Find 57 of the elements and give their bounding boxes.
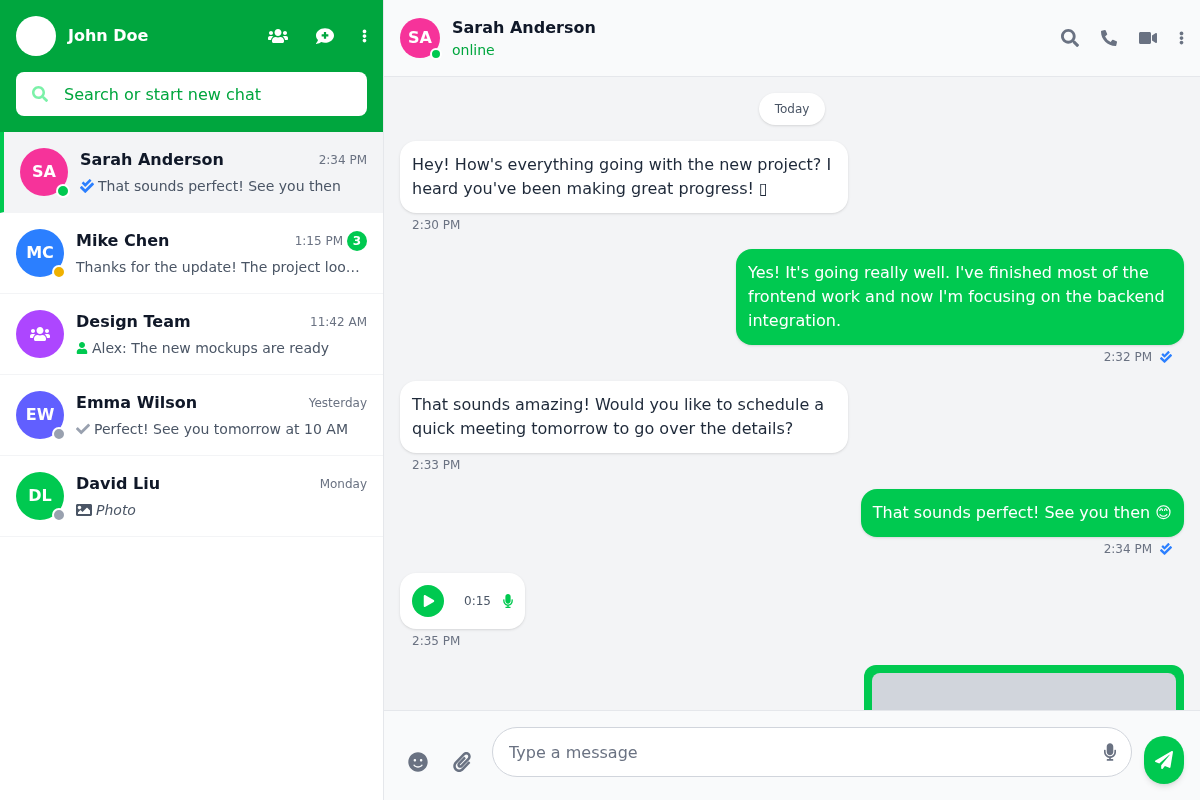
microphone-icon [1104, 743, 1116, 761]
chat-time: Yesterday [308, 395, 367, 411]
avatar: EW [16, 391, 64, 439]
chat-time: 2:34 PM [318, 152, 367, 168]
play-icon [423, 595, 435, 607]
message-bubble: Hey! How's everything going with the new project? I heard you've been making great progress! ▯ [400, 141, 848, 213]
message-preview: Photo [96, 501, 136, 520]
search-field[interactable]: Search or start new chat [16, 72, 367, 116]
search-icon [1061, 29, 1079, 47]
smiley-icon [408, 752, 428, 772]
message-bubble: Yes! It's going really well. I've finished most of the frontend work and now I'm focusing on the backend integration. [736, 249, 1184, 345]
message-time: 2:35 PM [412, 633, 461, 649]
person-icon [76, 342, 88, 354]
contact-name: Design Team [76, 311, 191, 333]
avatar: MC [16, 229, 64, 277]
message-preview: Alex: The new mockups are ready [92, 339, 330, 358]
chat-list-item[interactable]: SA Sarah Anderson 2:34 PM That sounds perfect! See you then [0, 132, 383, 213]
user-name: John Doe [68, 25, 149, 47]
chat-time: 1:15 PM [294, 233, 343, 249]
search-icon [32, 86, 48, 102]
message-input[interactable]: Type a message [492, 727, 1132, 777]
microphone-icon [502, 594, 513, 608]
contact-status: online [452, 41, 496, 60]
chat-plus-icon [316, 27, 334, 45]
message-preview: Thanks for the update! The project loo… [76, 258, 360, 277]
message-time: 2:33 PM [412, 457, 461, 473]
send-button[interactable] [1144, 736, 1184, 784]
group-icon [30, 324, 50, 344]
message-time: 2:30 PM [412, 217, 461, 233]
unread-count: 3 [347, 231, 367, 251]
message-bubble: That sounds amazing! Would you like to schedule a quick meeting tomorrow to go over the details? [400, 381, 848, 453]
play-button[interactable] [412, 585, 444, 617]
message-preview: Perfect! See you tomorrow at 10 AM [94, 420, 348, 439]
message-bubble: That sounds perfect! See you then 😊 [860, 489, 1184, 537]
contact-name: David Liu [76, 473, 161, 495]
voice-duration: 0:15 [464, 593, 491, 609]
avatar: DL [16, 472, 64, 520]
avatar: SA [400, 18, 440, 58]
contact-name: Sarah Anderson [80, 149, 224, 171]
message-time: 2:34 PM [1103, 541, 1152, 557]
menu-icon [1179, 30, 1184, 46]
video-camera-icon [1139, 29, 1157, 47]
contact-name: Sarah Anderson [452, 17, 596, 39]
contact-name: Emma Wilson [76, 392, 198, 414]
message-time: 2:32 PM [1103, 349, 1152, 365]
chat-time: Monday [319, 476, 367, 492]
contact-name: Mike Chen [76, 230, 170, 252]
menu-icon [362, 28, 367, 44]
message-preview: That sounds perfect! See you then [98, 177, 341, 196]
avatar[interactable] [16, 16, 56, 56]
send-icon [1155, 751, 1173, 769]
avatar: SA [20, 148, 68, 196]
paperclip-icon [452, 752, 472, 772]
phone-icon [1101, 30, 1117, 46]
image-icon [76, 502, 92, 518]
chat-time: 11:42 AM [310, 314, 367, 330]
group-icon [268, 26, 288, 46]
